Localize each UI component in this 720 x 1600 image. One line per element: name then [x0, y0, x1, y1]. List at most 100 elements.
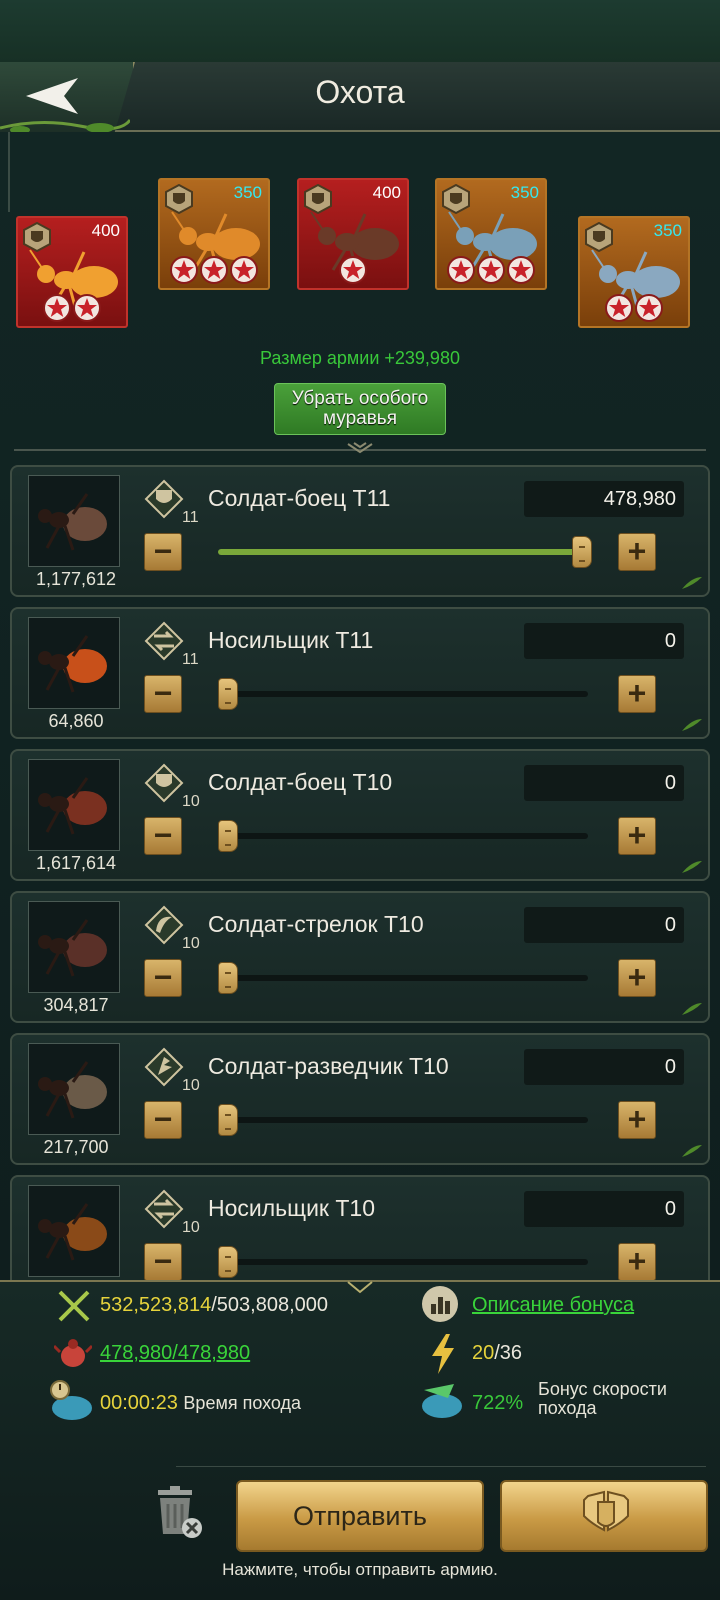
- unit-portrait[interactable]: [28, 475, 120, 567]
- star-icon: [43, 294, 71, 322]
- energy-current: 20: [472, 1342, 495, 1364]
- quantity-slider[interactable]: [218, 820, 588, 852]
- decrease-button[interactable]: −: [144, 675, 182, 713]
- special-ant-value: 350: [233, 183, 262, 202]
- slider-handle[interactable]: [218, 678, 238, 710]
- shield-class-icon: [144, 479, 184, 519]
- slider-handle[interactable]: [218, 1246, 238, 1278]
- army-load-link[interactable]: 478,980/478,980: [100, 1342, 250, 1365]
- power-total: /503,808,000: [211, 1294, 329, 1316]
- side-divider: [8, 132, 10, 212]
- increase-button[interactable]: +: [618, 1243, 656, 1280]
- special-ant-card[interactable]: 350: [435, 178, 547, 290]
- increase-button[interactable]: +: [618, 675, 656, 713]
- increase-button[interactable]: +: [618, 959, 656, 997]
- unit-available-count: 304,817: [43, 995, 109, 1015]
- increase-button[interactable]: +: [618, 1101, 656, 1139]
- decrease-button[interactable]: −: [144, 817, 182, 855]
- star-icon: [170, 256, 198, 284]
- slider-handle[interactable]: [218, 1104, 238, 1136]
- unit-name: Солдат-боец T11: [208, 485, 391, 511]
- lightning-icon: [432, 1334, 454, 1374]
- send-button[interactable]: Отправить: [236, 1480, 484, 1552]
- shield-class-icon: [144, 763, 184, 803]
- leaf-decoration-icon: [682, 719, 702, 731]
- scout-class-icon: [144, 1047, 184, 1087]
- march-time-label: Время похода: [183, 1393, 302, 1413]
- decrease-button[interactable]: −: [144, 533, 182, 571]
- unit-quantity-input[interactable]: 478,980: [524, 481, 684, 517]
- decrease-button[interactable]: −: [144, 1243, 182, 1280]
- star-rating: [18, 294, 126, 322]
- unit-available-count: 1,617,614: [35, 853, 117, 873]
- unit-quantity-input[interactable]: 0: [524, 1049, 684, 1085]
- march-time-icon: [50, 1380, 92, 1420]
- unit-level: 11: [182, 509, 199, 526]
- quantity-slider[interactable]: [218, 1246, 588, 1278]
- star-icon: [339, 256, 367, 284]
- special-ant-card[interactable]: 400: [16, 216, 128, 328]
- power-stat: 532,523,814/503,808,000: [100, 1294, 328, 1317]
- formation-button[interactable]: [500, 1480, 708, 1552]
- back-arrow-icon: [26, 78, 78, 114]
- special-ant-value: 350: [653, 221, 682, 240]
- unit-portrait[interactable]: [28, 617, 120, 709]
- decrease-button[interactable]: −: [144, 1101, 182, 1139]
- quantity-slider[interactable]: [218, 536, 592, 568]
- unit-row: 10 Носильщик T10 0 − +: [10, 1175, 710, 1280]
- speed-bonus-icon: [422, 1384, 462, 1418]
- star-icon: [507, 256, 535, 284]
- unit-available-count: 1,177,612: [35, 569, 117, 589]
- panel-chevron-icon: [347, 1281, 373, 1294]
- power-current: 532,523,814: [100, 1294, 212, 1316]
- speed-bonus-label: Бонус скорости похода: [538, 1379, 667, 1418]
- increase-button[interactable]: +: [618, 533, 656, 571]
- unit-row: 1,617,614 10 Солдат-боец T10 0 − +: [10, 749, 710, 881]
- special-ant-card[interactable]: 350: [578, 216, 690, 328]
- star-rating: [437, 256, 545, 284]
- quantity-slider[interactable]: [218, 1104, 588, 1136]
- unit-name: Солдат-стрелок T10: [208, 911, 424, 937]
- unit-level: 11: [182, 651, 199, 668]
- top-background: [0, 0, 720, 62]
- unit-name: Носильщик T11: [208, 627, 374, 653]
- bonus-chart-icon: [422, 1286, 458, 1322]
- leaf-decoration-icon: [682, 1145, 702, 1157]
- unit-level: 10: [182, 1077, 200, 1094]
- unit-level: 10: [182, 793, 200, 810]
- unit-name: Солдат-боец T10: [208, 769, 393, 795]
- leaf-decoration-icon: [682, 861, 702, 873]
- decrease-button[interactable]: −: [144, 959, 182, 997]
- slider-handle[interactable]: [218, 820, 238, 852]
- quantity-slider[interactable]: [218, 678, 588, 710]
- unit-portrait[interactable]: [28, 1043, 120, 1135]
- unit-portrait[interactable]: [28, 901, 120, 993]
- unit-quantity-input[interactable]: 0: [524, 907, 684, 943]
- increase-button[interactable]: +: [618, 817, 656, 855]
- slider-handle[interactable]: [572, 536, 592, 568]
- unit-quantity-input[interactable]: 0: [524, 623, 684, 659]
- slider-handle[interactable]: [218, 962, 238, 994]
- march-time-stat: 00:00:23 Время похода: [100, 1392, 301, 1415]
- unit-portrait[interactable]: [28, 1185, 120, 1277]
- unit-portrait[interactable]: [28, 759, 120, 851]
- unit-name: Солдат-разведчик T10: [208, 1053, 449, 1079]
- unit-quantity-input[interactable]: 0: [524, 1191, 684, 1227]
- star-icon: [605, 294, 633, 322]
- leaf-decoration-icon: [682, 1003, 702, 1015]
- special-ant-card[interactable]: 350: [158, 178, 270, 290]
- special-ant-card[interactable]: 400: [297, 178, 409, 290]
- unit-quantity-input[interactable]: 0: [524, 765, 684, 801]
- remove-special-ant-button[interactable]: Убрать особого муравья: [274, 383, 446, 435]
- leaf-decoration-icon: [682, 577, 702, 589]
- unit-row: 64,860 11 Носильщик T11 0 − +: [10, 607, 710, 739]
- divider-chevron-icon: [347, 442, 373, 454]
- bonus-description-link[interactable]: Описание бонуса: [472, 1294, 634, 1317]
- quantity-slider[interactable]: [218, 962, 588, 994]
- unit-level: 10: [182, 1219, 200, 1236]
- slider-fill: [218, 549, 588, 555]
- trash-icon[interactable]: [150, 1484, 206, 1540]
- star-icon: [477, 256, 505, 284]
- crossed-swords-icon: [58, 1290, 90, 1322]
- unit-list[interactable]: 1,177,612 11 Солдат-боец T11 478,980 − +64,86…: [0, 465, 720, 1280]
